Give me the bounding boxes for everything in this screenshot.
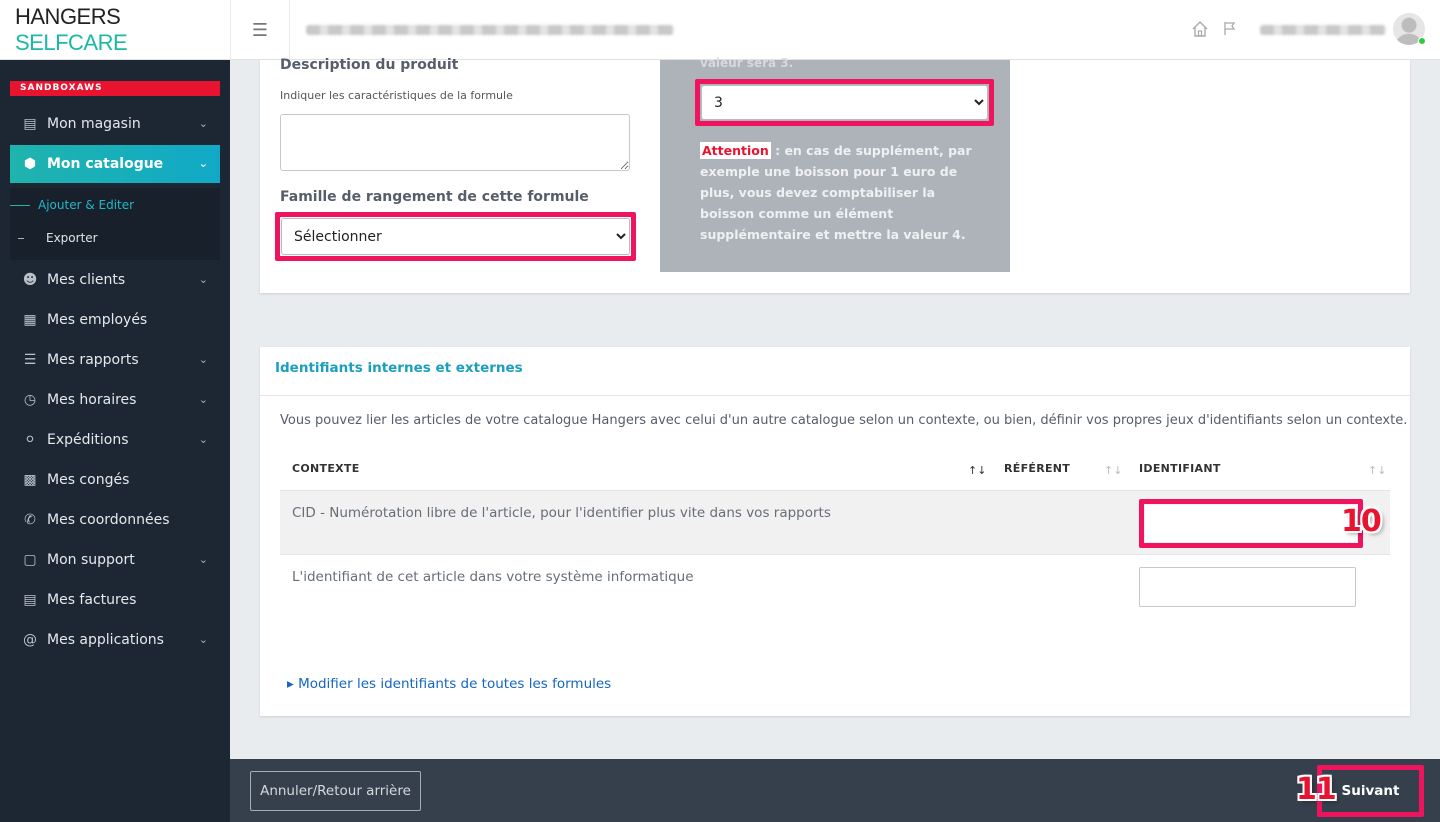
sidebar-item-label: Mon support — [47, 552, 135, 568]
logo-text-hangers: HANGERS — [15, 4, 121, 29]
chevron-down-icon: ⌄ — [198, 117, 208, 130]
logo[interactable]: HANGERS SELFCARE — [0, 0, 230, 60]
report-icon: ☰ — [23, 352, 37, 368]
count-select[interactable]: 3 — [701, 85, 988, 120]
identifiers-description: Vous pouvez lier les articles de votre c… — [280, 413, 1408, 428]
active-dash-icon — [10, 204, 30, 206]
sidebar-item-mon-magasin[interactable]: ▤ Mon magasin ⌄ — [10, 105, 220, 143]
sidebar-item-label: Mes employés — [47, 312, 148, 328]
avatar[interactable] — [1393, 13, 1426, 45]
step-10-annotation: 10 — [1341, 504, 1382, 539]
sidebar-item-label: Mes congés — [47, 472, 130, 488]
sidebar-item-label: Mes rapports — [47, 352, 139, 368]
blurred-breadcrumb — [306, 25, 674, 35]
submenu-label: Exporter — [46, 231, 98, 245]
sidebar-item-expeditions[interactable]: ⚪ Expéditions ⌄ — [10, 421, 220, 459]
table-cell-context: L'identifiant de cet article dans votre … — [292, 569, 694, 585]
logo-text-selfcare: SELFCARE — [15, 30, 128, 55]
divider — [260, 395, 1410, 396]
employee-icon: ▦ — [23, 312, 37, 328]
column-header-referent[interactable]: RÉFÉRENT — [1004, 462, 1070, 475]
environment-badge: SANDBOXAWS — [10, 81, 220, 96]
submenu-item-ajouter-editer[interactable]: Ajouter & Editer — [10, 198, 134, 212]
caret-right-icon: ▸ — [287, 676, 294, 692]
calendar-icon: ▩ — [23, 472, 37, 488]
sidebar-item-mes-factures[interactable]: ▤ Mes factures — [10, 581, 220, 619]
store-icon: ▤ — [23, 116, 37, 132]
users-icon: ☻ — [22, 272, 38, 288]
next-button[interactable]: Suivant — [1323, 770, 1418, 812]
sidebar-item-mes-employes[interactable]: ▦ Mes employés — [10, 301, 220, 339]
description-textarea[interactable] — [280, 114, 630, 171]
count-note: valeur sera 3. — [700, 56, 794, 70]
sort-icon[interactable]: ↑↓ — [1368, 464, 1386, 477]
link-label: Modifier les identifiants de toutes les … — [298, 676, 612, 692]
sidebar-item-label: Mes clients — [47, 272, 126, 288]
system-identifier-input[interactable] — [1139, 567, 1356, 607]
phone-icon: ✆ — [24, 512, 36, 528]
description-label: Description du produit — [280, 57, 459, 73]
sidebar-item-label: Expéditions — [47, 432, 129, 448]
column-header-contexte[interactable]: CONTEXTE — [292, 462, 360, 475]
chevron-down-icon: ⌄ — [198, 433, 208, 446]
identifiers-title: Identifiants internes et externes — [275, 360, 523, 376]
chevron-down-icon: ⌄ — [198, 553, 208, 566]
invoice-icon: ▤ — [23, 592, 37, 608]
sidebar-item-label: Mon catalogue — [47, 156, 164, 172]
sidebar-item-mes-coordonnees[interactable]: ✆ Mes coordonnées — [10, 501, 220, 539]
chevron-down-icon: ⌄ — [198, 393, 208, 406]
sidebar-item-mes-clients[interactable]: ☻ Mes clients ⌄ — [10, 261, 220, 299]
description-help: Indiquer les caractéristiques de la form… — [280, 89, 513, 102]
sidebar-item-mon-catalogue[interactable]: ⬢ Mon catalogue ⌄ — [10, 145, 220, 183]
sidebar-item-mes-applications[interactable]: @ Mes applications ⌄ — [10, 621, 220, 659]
step-11-annotation: 11 — [1296, 772, 1337, 807]
sort-asc-icon[interactable]: ↑↓ — [968, 464, 986, 477]
attention-text: Attention : en cas de supplément, par ex… — [700, 140, 990, 245]
cid-identifier-input[interactable] — [1145, 505, 1357, 542]
blurred-user-name — [1260, 25, 1386, 35]
sidebar-item-mes-rapports[interactable]: ☰ Mes rapports ⌄ — [10, 341, 220, 379]
sidebar-item-label: Mes coordonnées — [47, 512, 170, 528]
modify-all-identifiers-link[interactable]: ▸ Modifier les identifiants de toutes le… — [287, 676, 611, 692]
sidebar-item-mes-horaires[interactable]: ◷ Mes horaires ⌄ — [10, 381, 220, 419]
family-label: Famille de rangement de cette formule — [280, 189, 589, 205]
dash-icon — [18, 237, 24, 239]
column-header-identifiant[interactable]: IDENTIFIANT — [1139, 462, 1221, 475]
chevron-down-icon: ⌄ — [198, 157, 208, 170]
family-select[interactable]: Sélectionner — [281, 218, 630, 255]
submenu-item-exporter[interactable]: Exporter — [10, 231, 98, 245]
support-icon: ▢ — [23, 552, 37, 568]
sidebar-item-mon-support[interactable]: ▢ Mon support ⌄ — [10, 541, 220, 579]
chevron-down-icon: ⌄ — [198, 273, 208, 286]
submenu-label: Ajouter & Editer — [38, 198, 135, 212]
box-icon: ⬢ — [23, 156, 37, 172]
clock-icon: ◷ — [23, 392, 37, 408]
at-icon: @ — [23, 632, 37, 648]
cancel-back-button[interactable]: Annuler/Retour arrière — [250, 771, 421, 811]
bicycle-icon: ⚪ — [24, 432, 36, 448]
sort-icon[interactable]: ↑↓ — [1104, 464, 1122, 477]
hamburger-icon[interactable]: ☰ — [230, 0, 290, 60]
row-divider — [280, 554, 1390, 555]
sidebar-item-label: Mes applications — [47, 632, 164, 648]
flag-icon[interactable] — [1220, 20, 1240, 40]
attention-tag: Attention — [700, 142, 771, 159]
top-header: HANGERS SELFCARE ☰ — [0, 0, 1440, 60]
table-cell-context: CID - Numérotation libre de l'article, p… — [292, 505, 831, 521]
sidebar-item-label: Mes factures — [47, 592, 137, 608]
sidebar-item-label: Mes horaires — [47, 392, 137, 408]
home-icon[interactable] — [1190, 20, 1210, 40]
online-status-dot — [1418, 37, 1426, 45]
sidebar-item-label: Mon magasin — [47, 116, 141, 132]
sidebar-item-mes-conges[interactable]: ▩ Mes congés — [10, 461, 220, 499]
chevron-down-icon: ⌄ — [198, 353, 208, 366]
chevron-down-icon: ⌄ — [198, 633, 208, 646]
